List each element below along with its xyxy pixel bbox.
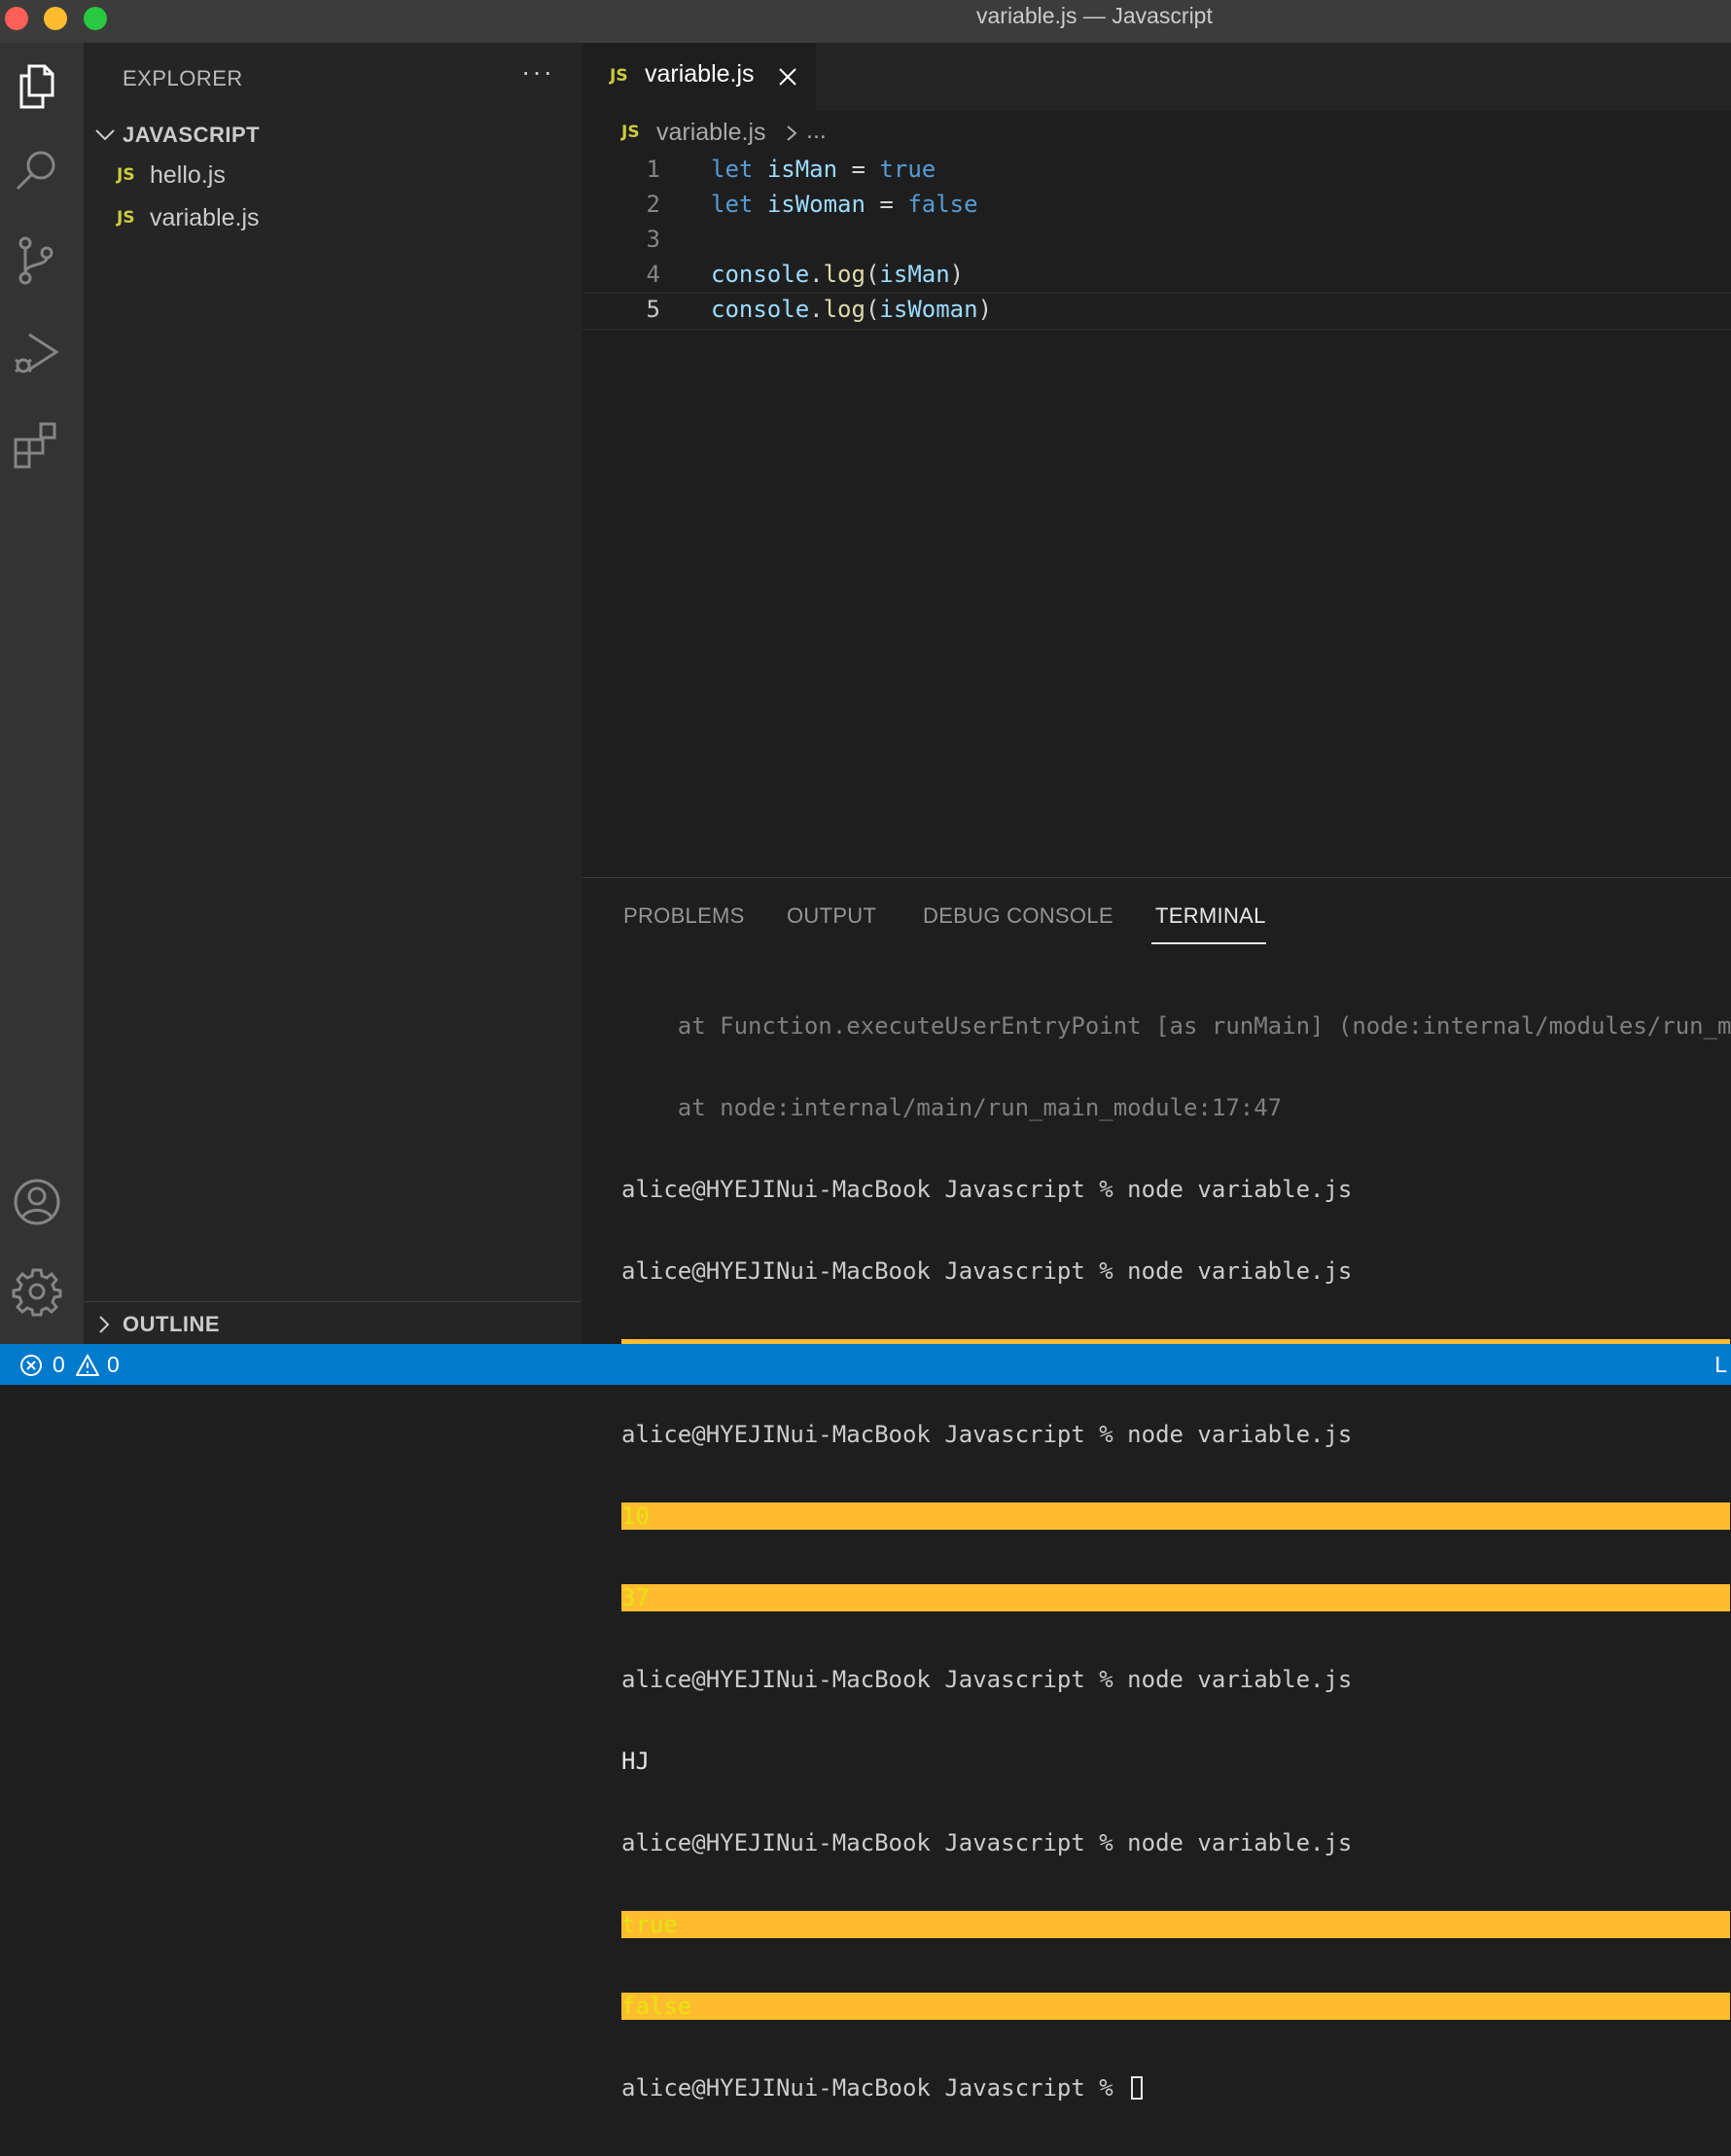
file-variable-js[interactable]: JS variable.js	[84, 200, 582, 239]
breadcrumb-more[interactable]: ...	[806, 117, 827, 145]
terminal-line: HJ	[621, 1748, 650, 1775]
code-line: 4 console.log(isMan)	[583, 259, 1731, 294]
breadcrumb-file[interactable]: variable.js	[656, 119, 766, 147]
gear-icon[interactable]	[10, 1264, 64, 1319]
file-hello-js[interactable]: JS hello.js	[84, 158, 582, 196]
source-control-icon[interactable]	[10, 233, 64, 288]
error-icon[interactable]	[19, 1354, 43, 1377]
line-number: 1	[646, 156, 660, 183]
chevron-right-icon	[787, 125, 797, 141]
active-tab-indicator	[1151, 942, 1266, 944]
code-line-active: 5 console.log(isWoman)	[583, 292, 1731, 331]
account-icon[interactable]	[10, 1175, 64, 1229]
tab-output[interactable]: OUTPUT	[787, 903, 876, 929]
close-icon[interactable]	[777, 66, 798, 88]
js-file-icon: JS	[610, 66, 628, 86]
outline-label: OUTLINE	[123, 1312, 221, 1336]
terminal-line: alice@HYEJINui-MacBook Javascript % node…	[621, 1829, 1353, 1856]
js-file-icon: JS	[117, 165, 135, 185]
tab-problems[interactable]: PROBLEMS	[623, 903, 745, 929]
prompt-text: alice@HYEJINui-MacBook Javascript %	[621, 2074, 1128, 2102]
extensions-icon[interactable]	[10, 416, 64, 471]
warning-icon[interactable]	[76, 1354, 99, 1377]
line-number: 2	[646, 191, 660, 218]
terminal-line: alice@HYEJINui-MacBook Javascript % node…	[621, 1666, 1353, 1693]
terminal-line: true	[621, 1911, 1730, 1938]
files-icon[interactable]	[10, 58, 64, 113]
tab-variable-js[interactable]: JS variable.js	[583, 43, 816, 111]
activity-bar	[0, 43, 84, 1344]
window-title: variable.js — Javascript	[976, 3, 1213, 28]
terminal-line: alice@HYEJINui-MacBook Javascript % node…	[621, 1421, 1353, 1448]
terminal-line: at node:internal/main/run_main_module:17…	[621, 1094, 1283, 1121]
terminal-line: alice@HYEJINui-MacBook Javascript % node…	[621, 1176, 1353, 1203]
terminal-line: false	[621, 1993, 1730, 2020]
terminal-output[interactable]: at Function.executeUserEntryPoint [as ru…	[621, 958, 1731, 2156]
explorer-title: EXPLORER	[123, 66, 243, 90]
chevron-down-icon	[95, 129, 115, 141]
folder-label: JAVASCRIPT	[123, 123, 261, 147]
terminal-line: 10	[621, 1502, 1730, 1530]
tab-terminal[interactable]: TERMINAL	[1155, 903, 1266, 929]
search-icon[interactable]	[10, 144, 64, 198]
breadcrumb: JS variable.js ...	[583, 111, 1731, 154]
terminal-line: 37	[621, 1584, 1730, 1611]
terminal-line: at Function.executeUserEntryPoint [as ru…	[621, 1012, 1731, 1040]
js-file-icon: JS	[621, 123, 640, 142]
chevron-right-icon	[99, 1316, 110, 1333]
file-label: variable.js	[150, 204, 260, 231]
code-line: 1 let isMan = true	[583, 154, 1731, 189]
code-line: 3	[583, 224, 1731, 259]
terminal-prompt: alice@HYEJINui-MacBook Javascript %	[621, 2074, 1730, 2102]
status-right-item[interactable]: L	[1714, 1352, 1727, 1378]
line-number: 4	[646, 261, 660, 288]
run-debug-icon[interactable]	[10, 325, 64, 379]
bottom-panel: PROBLEMS OUTPUT DEBUG CONSOLE TERMINAL a…	[583, 877, 1731, 2102]
status-bar: 0 0 L	[0, 1344, 1731, 1385]
outline-section[interactable]: OUTLINE	[84, 1301, 582, 1345]
editor-tab-bar: JS variable.js	[583, 43, 1731, 111]
terminal-cursor	[1131, 2076, 1144, 2100]
tab-label: variable.js	[645, 60, 755, 88]
code-editor[interactable]: 1 let isMan = true 2 let isWoman = false…	[583, 154, 1731, 875]
line-number: 3	[646, 226, 660, 253]
line-number: 5	[646, 296, 660, 323]
title-bar: variable.js — Javascript	[0, 0, 1731, 44]
warning-count[interactable]: 0	[107, 1352, 120, 1378]
js-file-icon: JS	[117, 208, 135, 228]
tab-debug-console[interactable]: DEBUG CONSOLE	[923, 903, 1113, 929]
explorer-sidebar: EXPLORER ··· JAVASCRIPT JS hello.js JS v…	[84, 43, 583, 1344]
terminal-line: alice@HYEJINui-MacBook Javascript % node…	[621, 1257, 1353, 1285]
folder-javascript[interactable]: JAVASCRIPT	[84, 117, 582, 156]
error-count[interactable]: 0	[53, 1352, 65, 1378]
file-label: hello.js	[150, 161, 226, 189]
code-line: 2 let isWoman = false	[583, 189, 1731, 224]
more-actions-button[interactable]: ···	[521, 56, 554, 88]
